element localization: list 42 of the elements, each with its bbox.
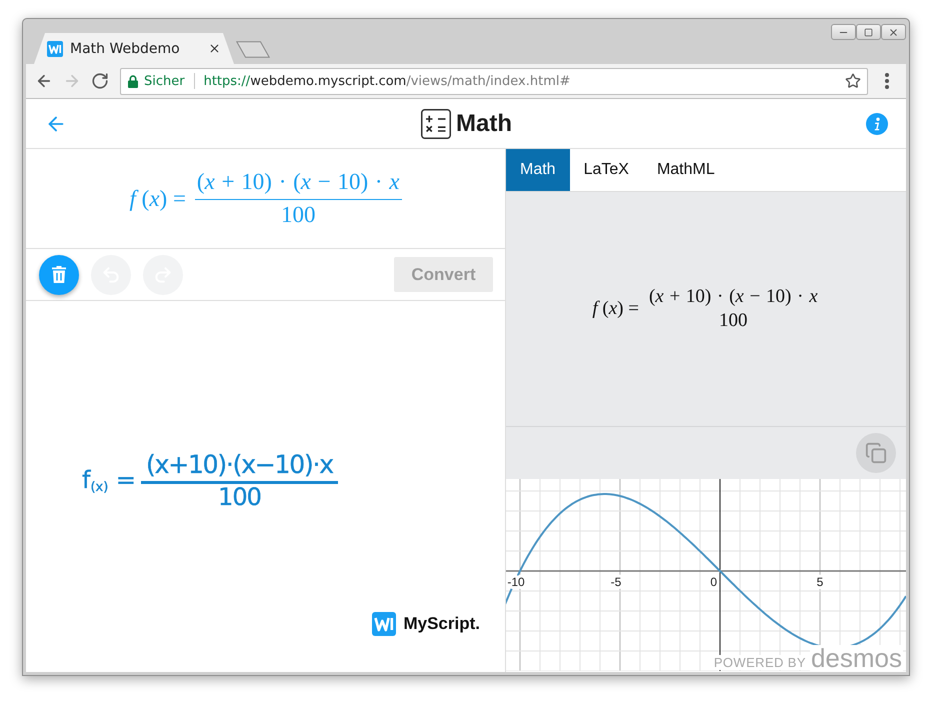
menu-icon xyxy=(885,73,889,89)
brand-name: MyScript. xyxy=(403,614,480,634)
clear-button[interactable] xyxy=(39,254,79,294)
logo-icon xyxy=(47,40,63,56)
maximize-button[interactable] xyxy=(856,24,881,40)
formula-lhs: f (x) = xyxy=(592,298,639,320)
handwritten-lhs: f$_{(x)}$ = xyxy=(82,466,136,496)
trash-icon xyxy=(52,266,66,283)
formula-denominator: 100 xyxy=(280,200,316,228)
output-tab[interactable]: Math xyxy=(506,149,570,191)
reload-icon xyxy=(91,72,109,90)
new-tab-button[interactable] xyxy=(236,41,270,58)
tick-label: 5 xyxy=(816,575,824,589)
close-icon xyxy=(208,42,220,55)
address-bar[interactable]: Sicher https://webdemo.myscript.com/views/math/index.html# xyxy=(120,68,868,94)
formula-lhs: f (x) = xyxy=(130,186,186,212)
formula-numerator: (x + 10) · (x − 10) · x xyxy=(648,286,819,308)
copy-button[interactable] xyxy=(856,433,896,473)
maximize-icon xyxy=(864,28,873,36)
copy-icon xyxy=(865,442,887,464)
formula-denominator: 100 xyxy=(719,309,748,332)
handwritten-numerator: (x+10)·(x−10)·x xyxy=(141,451,338,484)
math-operators-icon xyxy=(421,108,451,138)
arrow-right-icon xyxy=(63,72,81,90)
formula-numerator: (x + 10) · (x − 10) · x xyxy=(194,169,402,200)
lock-icon xyxy=(128,74,138,88)
tick-label: 0 xyxy=(710,575,717,589)
security-label: Sicher xyxy=(144,74,185,88)
output-tab[interactable]: MathML xyxy=(642,149,729,191)
output-tab[interactable]: LaTeX xyxy=(570,149,643,191)
tick-label: -5 xyxy=(610,575,622,589)
browser-tab[interactable]: Math Webdemo xyxy=(34,33,234,64)
close-button[interactable] xyxy=(881,24,906,40)
app-title: Math xyxy=(456,110,512,138)
url-text: https://webdemo.myscript.com/views/math/index.html# xyxy=(204,74,570,88)
star-icon xyxy=(845,73,861,89)
bookmark-button[interactable] xyxy=(845,73,861,89)
handwritten-denominator: 100 xyxy=(218,484,261,510)
logo-icon xyxy=(372,612,396,636)
close-icon xyxy=(888,26,899,38)
brand-name: desmos xyxy=(810,645,903,671)
info-icon[interactable] xyxy=(866,112,888,134)
